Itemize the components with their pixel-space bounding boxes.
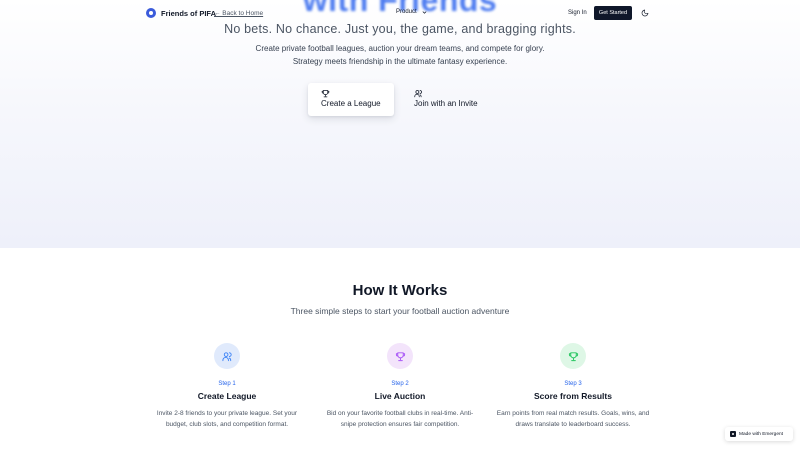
step-title: Create League [197,391,257,401]
trophy-icon [395,351,405,361]
brand-name: Friends of PIFA [161,8,217,18]
step-icon-circle [214,343,240,369]
how-it-works-subtitle: Three simple steps to start your footbal… [290,306,510,316]
top-nav: Friends of PIFA ← Back to Home Product S… [0,0,800,27]
made-with-emergent-badge[interactable]: Made with Emergent [725,427,793,441]
back-to-home-link[interactable]: ← Back to Home [214,10,263,17]
emergent-logo-icon [730,431,736,437]
step-description: Bid on your favorite football clubs in r… [326,410,474,428]
step-card-1: Step 1 Create League Invite 2-8 friends … [147,343,307,430]
get-started-button[interactable]: Get Started [594,6,632,20]
step-description: Invite 2-8 friends to your private leagu… [156,410,298,428]
step-card-3: Step 3 Score from Results Earn points fr… [493,343,653,430]
step-number: Step 2 [391,381,409,387]
step-number: Step 1 [218,381,236,387]
step-description: Earn points from real match results. Goa… [496,410,650,428]
step-title: Live Auction [374,391,426,401]
join-invite-button[interactable]: Join with an Invite [406,83,492,116]
hero-description: Create private football leagues, auction… [255,44,545,66]
create-league-label: Create a League [321,99,381,108]
moon-icon[interactable] [641,9,649,17]
how-it-works-title: How It Works [352,282,448,299]
sign-in-link[interactable]: Sign In [568,10,587,16]
trophy-icon [568,351,578,361]
product-menu-label: Product [396,9,417,15]
step-title: Score from Results [534,391,612,401]
join-invite-label: Join with an Invite [414,99,478,108]
step-card-2: Step 2 Live Auction Bid on your favorite… [320,343,480,430]
product-menu[interactable]: Product [396,9,427,15]
step-icon-circle [387,343,413,369]
made-with-label: Made with Emergent [739,431,783,437]
step-icon-circle [560,343,586,369]
users-icon [414,90,422,98]
brand[interactable]: Friends of PIFA [146,8,216,18]
users-icon [221,351,232,361]
trophy-icon [321,90,330,98]
step-number: Step 3 [564,381,582,387]
brand-logo-icon [146,8,156,18]
chevron-down-icon [422,10,427,14]
create-league-button[interactable]: Create a League [308,83,394,116]
hero-section: with Friends No bets. No chance. Just yo… [0,0,800,248]
